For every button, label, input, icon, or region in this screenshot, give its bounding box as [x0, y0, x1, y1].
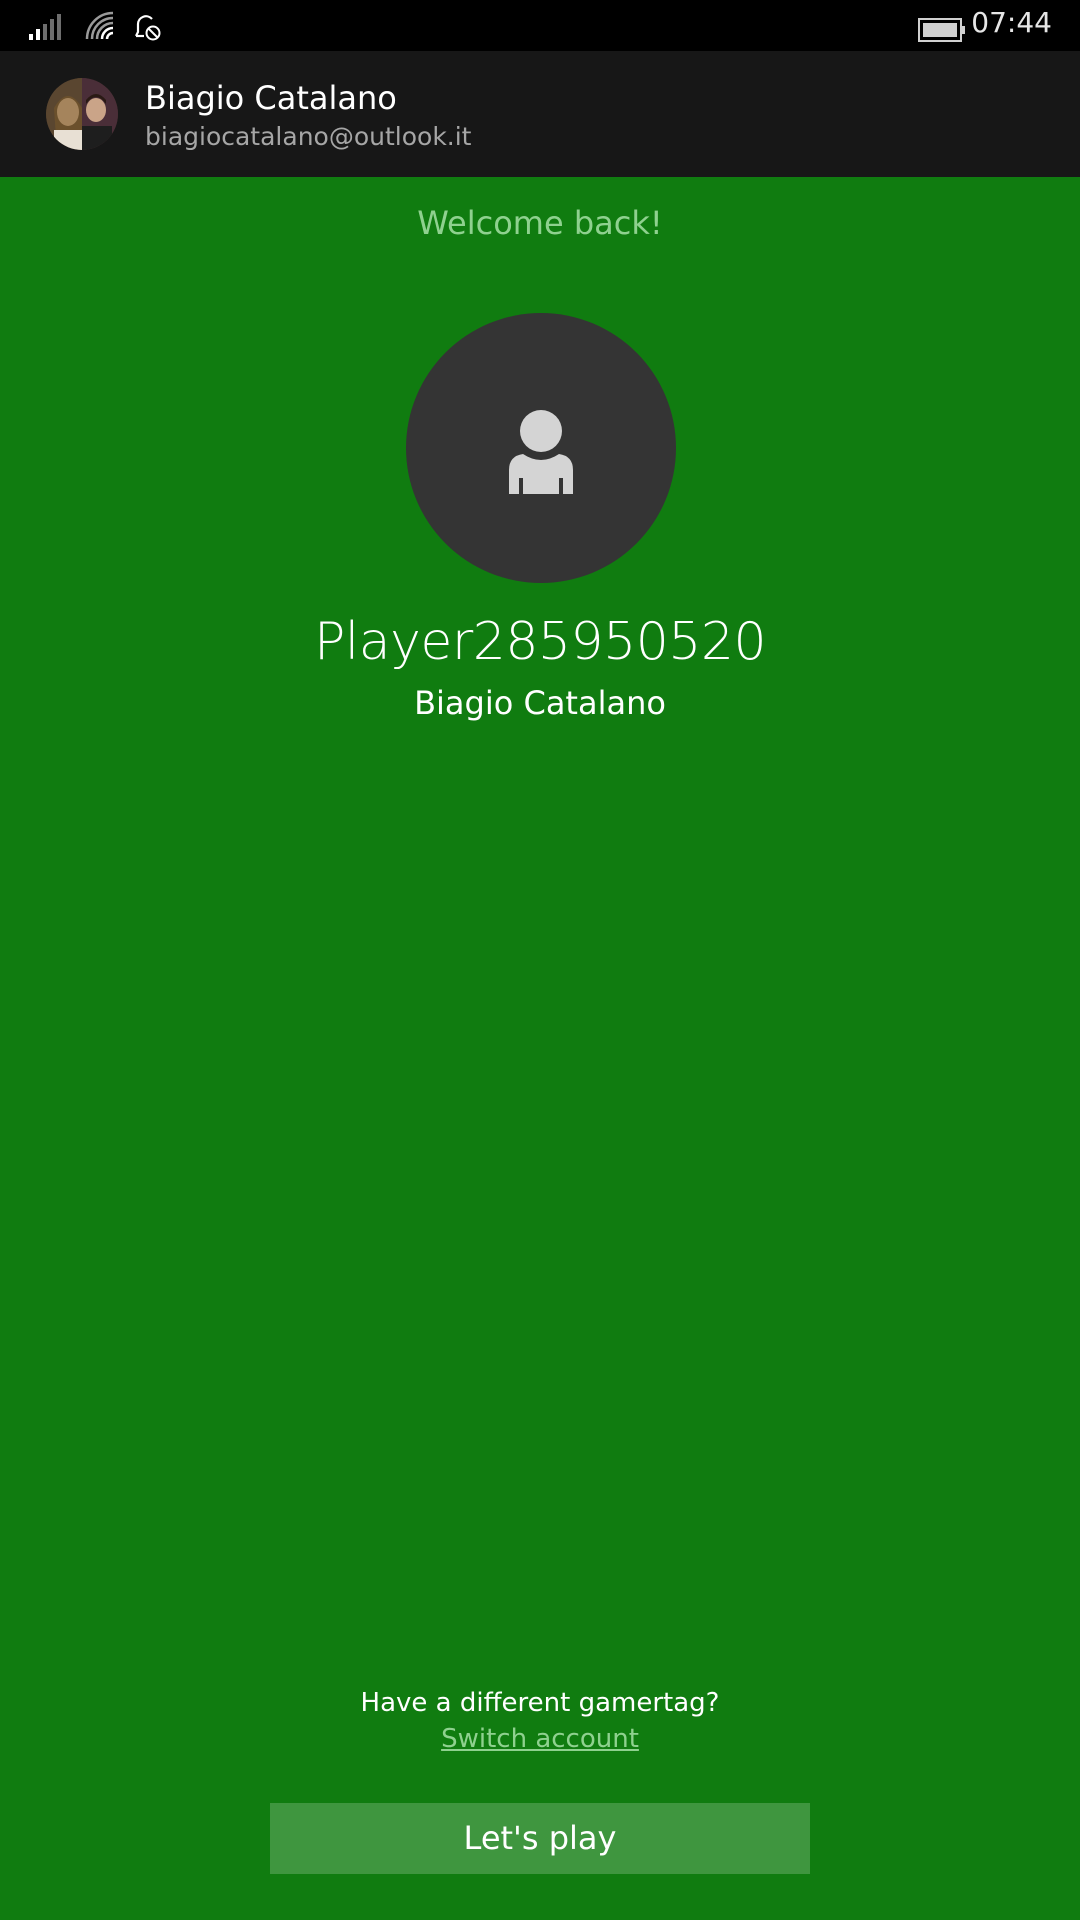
battery-icon [918, 18, 965, 42]
signal-icon [29, 14, 61, 40]
account-header[interactable]: Biagio Catalano biagiocatalano@outlook.i… [0, 51, 1080, 177]
wifi-icon [85, 11, 114, 40]
account-name: Biagio Catalano [145, 79, 397, 117]
account-avatar [46, 78, 118, 150]
different-gamertag-prompt: Have a different gamertag? [360, 1688, 720, 1718]
welcome-heading: Welcome back! [417, 204, 663, 242]
switch-account-link-row: Switch account [0, 1724, 1080, 1754]
status-time: 07:44 [971, 6, 1052, 39]
account-email: biagiocatalano@outlook.it [145, 122, 472, 151]
lets-play-button[interactable]: Let's play [270, 1803, 810, 1874]
real-name: Biagio Catalano [414, 684, 666, 722]
gamertag: Player285950520 [313, 612, 767, 672]
status-bar: 07:44 [0, 0, 1080, 51]
switch-account-link[interactable]: Switch account [441, 1724, 639, 1754]
notification-off-icon [135, 15, 161, 41]
gamerpic-avatar [406, 313, 676, 583]
person-icon [509, 410, 573, 494]
